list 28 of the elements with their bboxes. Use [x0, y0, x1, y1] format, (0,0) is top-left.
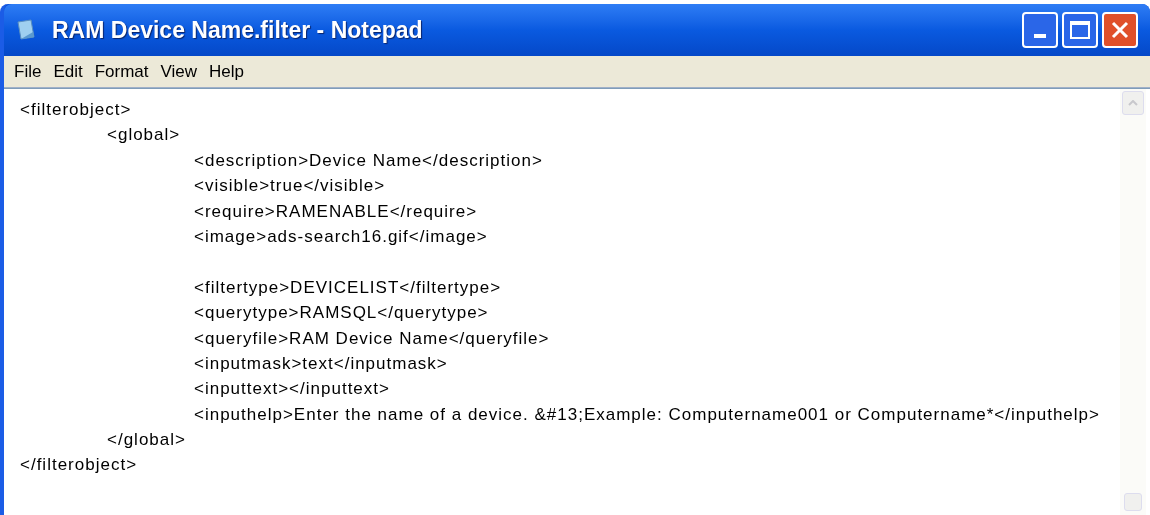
- text-line: <inputhelp>Enter the name of a device. &#13;Example: Computername001 or Computername*</inputhelp>: [193, 403, 1101, 426]
- menu-item[interactable]: Format: [88, 58, 155, 85]
- text-line: <require>RAMENABLE</require>: [193, 200, 479, 223]
- text-line: <filterobject>: [20, 99, 133, 121]
- text-line: <filtertype>DEVICELIST</filtertype>: [193, 276, 503, 299]
- text-line: <description>Device Name</description>: [193, 149, 544, 172]
- text-line: <inputtext></inputtext>: [193, 378, 391, 401]
- text-line: <queryfile>RAM Device Name</queryfile>: [193, 327, 551, 350]
- menu-item[interactable]: Help: [203, 58, 251, 85]
- text-line: <querytype>RAMSQL</querytype>: [193, 302, 490, 325]
- text-line: <global>: [106, 124, 182, 147]
- text-line: </filterobject>: [20, 454, 139, 477]
- notepad-icon: [14, 18, 38, 42]
- resize-grip[interactable]: [1124, 493, 1142, 511]
- maximize-button[interactable]: [1062, 12, 1098, 48]
- text-line: </global>: [106, 429, 187, 452]
- text-line: <image>ads-search16.gif</image>: [193, 225, 489, 248]
- close-button[interactable]: [1102, 12, 1138, 48]
- menu-item[interactable]: Edit: [47, 58, 89, 85]
- close-icon: [1111, 21, 1129, 39]
- maximize-icon: [1070, 21, 1090, 39]
- menu-item[interactable]: File: [8, 58, 48, 85]
- minimize-button[interactable]: [1022, 12, 1058, 48]
- minimize-icon: [1034, 34, 1046, 38]
- text-line: <inputmask>text</inputmask>: [193, 352, 449, 375]
- text-line: <visible>true</visible>: [193, 175, 387, 198]
- window-title: RAM Device Name.filter - Notepad: [52, 15, 423, 45]
- menu-item[interactable]: View: [154, 58, 204, 85]
